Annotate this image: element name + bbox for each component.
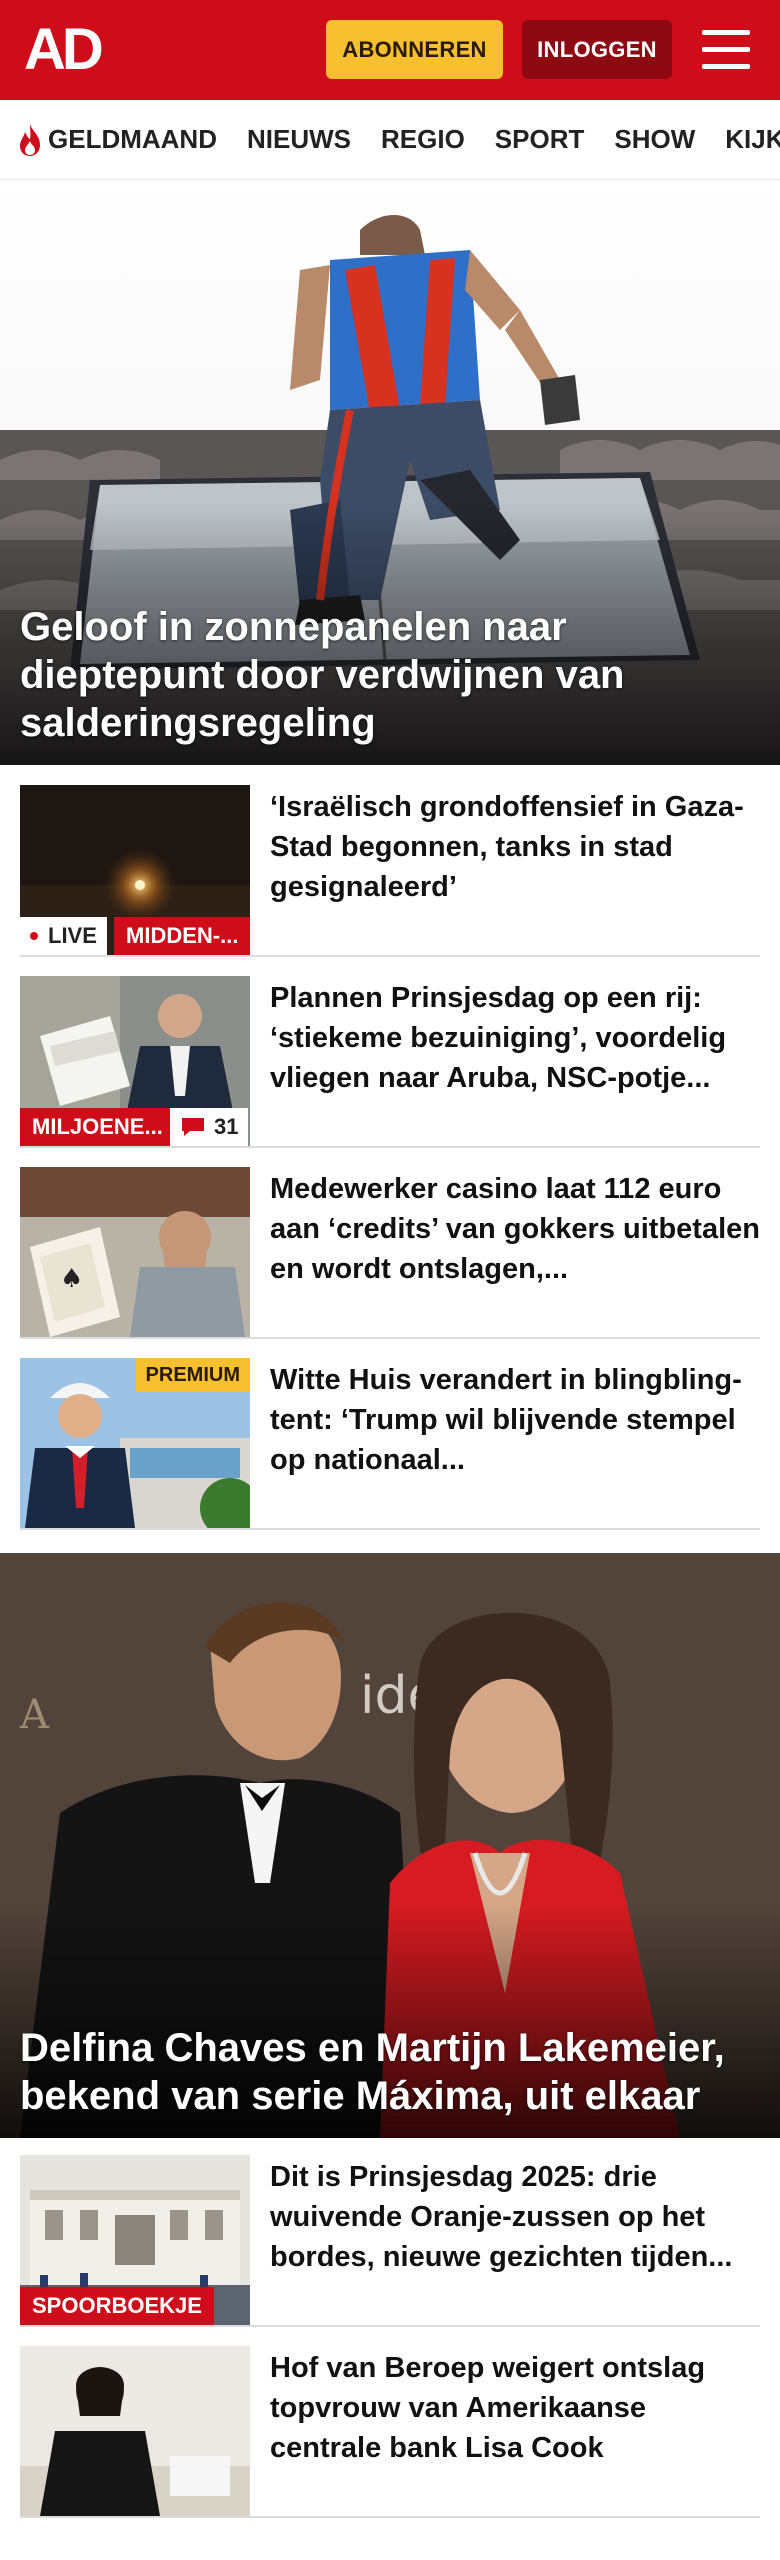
nav-label: REGIO [381,124,465,154]
comment-count-value: 31 [214,1114,239,1139]
article-headline[interactable]: Medewerker casino laat 112 euro aan ‘cre… [270,1169,760,1289]
article-headline[interactable]: Witte Huis verandert in blingbling-tent:… [270,1360,760,1480]
category-tag[interactable]: MIDDEN-... [114,917,250,955]
article-headline[interactable]: Plannen Prinsjesdag op een rij: ‘stiekem… [270,978,760,1098]
category-tag[interactable]: SPOORBOEKJE [20,2287,214,2325]
logo-text: AD [24,17,104,82]
live-badge: LIVE [20,917,107,955]
article-gaza[interactable]: LIVE MIDDEN-... ‘Israëlisch grondoffensi… [20,785,760,957]
nav-item-show[interactable]: SHOW [614,124,695,155]
live-dot-icon [30,932,38,940]
nav-label: KIJK [725,124,780,154]
casino-image: ♠ [20,1167,250,1337]
hero-article-top[interactable]: Geloof in zonnepanelen naar dieptepunt d… [0,180,780,765]
article-thumbnail [20,2346,250,2516]
nav-item-regio[interactable]: REGIO [381,124,465,155]
ad-logo[interactable]: AD [24,17,104,82]
article-casino[interactable]: ♠ Medewerker casino laat 112 euro aan ‘c… [20,1167,760,1339]
hero-headline[interactable]: Delfina Chaves en Martijn Lakemeier, bek… [20,2024,760,2120]
nav-label: GELDMAAND [48,124,217,154]
article-headline[interactable]: Hof van Beroep weigert ontslag topvrouw … [270,2348,760,2468]
category-tag[interactable]: MILJOENE... [20,1108,170,1146]
article-prinsjesdag-plannen[interactable]: MILJOENE... 31 Plannen Prinsjesdag op ee… [20,976,760,1148]
lisa-cook-image [20,2346,250,2516]
article-lisa-cook[interactable]: Hof van Beroep weigert ontslag topvrouw … [20,2346,760,2518]
article-witte-huis[interactable]: PREMIUM Witte Huis verandert in blingbli… [20,1358,760,1530]
subscribe-button[interactable]: ABONNEREN [326,20,503,79]
hamburger-menu-icon[interactable] [700,28,752,72]
comment-icon [182,1118,204,1136]
top-bar: AD ABONNEREN INLOGGEN [0,0,780,100]
svg-text:♠: ♠ [60,1264,83,1294]
flame-icon [20,123,40,156]
section-nav: GELDMAAND NIEUWS REGIO SPORT SHOW KIJK [0,100,780,180]
login-button[interactable]: INLOGGEN [522,20,672,79]
article-prinsjesdag-2025[interactable]: SPOORBOEKJE Dit is Prinsjesdag 2025: dri… [20,2155,760,2327]
nav-label: SHOW [614,124,696,154]
comment-count[interactable]: 31 [170,1108,249,1146]
nav-item-geldmaand[interactable]: GELDMAAND [16,123,217,157]
nav-item-kijk[interactable]: KIJK [725,124,780,155]
nav-item-sport[interactable]: SPORT [495,124,585,155]
hero-headline[interactable]: Geloof in zonnepanelen naar dieptepunt d… [20,603,760,747]
article-headline[interactable]: Dit is Prinsjesdag 2025: drie wuivende O… [270,2157,760,2277]
live-label: LIVE [48,923,97,948]
nav-item-nieuws[interactable]: NIEUWS [247,124,351,155]
article-thumbnail: ♠ [20,1167,250,1337]
article-headline[interactable]: ‘Israëlisch grondoffensief in Gaza-Stad … [270,787,760,907]
premium-badge: PREMIUM [135,1358,250,1392]
nav-label: NIEUWS [247,124,351,154]
nav-label: SPORT [494,124,585,154]
hero-article-mid[interactable]: ideo A Delfina Chaves en Martijn Lakemei… [0,1553,780,2138]
